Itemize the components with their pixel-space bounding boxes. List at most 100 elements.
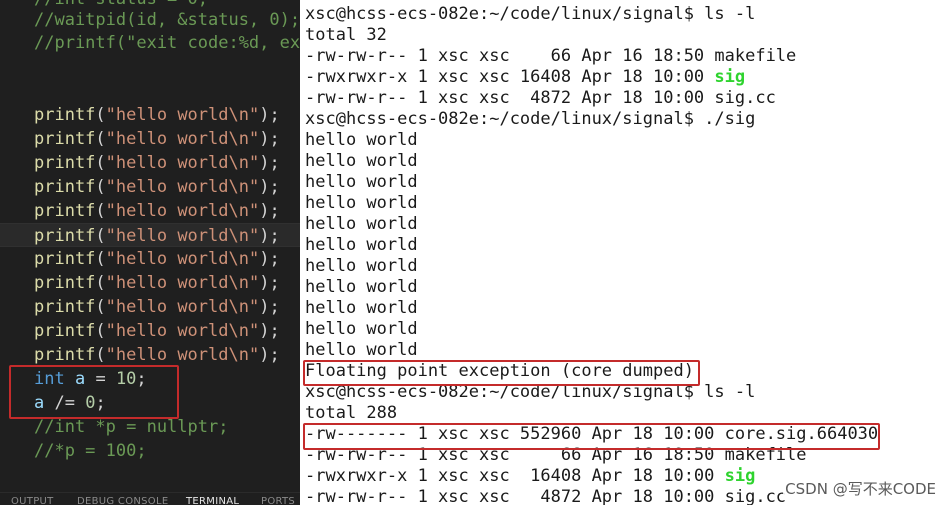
code-paren: ( (95, 321, 106, 341)
code-punctuation: ); (259, 297, 280, 317)
code-paren: ( (95, 249, 106, 269)
tab-debug-console[interactable]: DEBUG CONSOLE (77, 495, 168, 505)
terminal-line: xsc@hcss-ecs-082e:~/code/linux/signal$ .… (305, 109, 755, 130)
code-function: printf (34, 201, 96, 221)
terminal-line-text: hello world (305, 214, 418, 234)
code-line: //waitpid(id, &status, 0); (0, 8, 300, 32)
code-line: printf("hello world\n"); (0, 103, 300, 127)
panel-tab-bar: OUTPUT DEBUG CONSOLE TERMINAL PORTS (0, 492, 300, 505)
code-string: "hello world\n" (105, 249, 260, 269)
terminal-line: hello world (305, 256, 418, 277)
terminal-line-text: hello world (305, 130, 418, 150)
code-string: "hello world\n" (105, 177, 260, 197)
code-comment: //printf("exit code:%d, exi (34, 33, 300, 53)
code-string: "hello world\n" (105, 129, 260, 149)
code-function: printf (34, 297, 96, 317)
terminal-line: -rw-rw-r-- 1 xsc xsc 66 Apr 16 18:50 mak… (305, 46, 796, 67)
tab-output[interactable]: OUTPUT (11, 495, 54, 505)
code-punctuation: ); (259, 249, 280, 269)
code-punctuation: ); (259, 201, 280, 221)
terminal-line-text: hello world (305, 172, 418, 192)
terminal-output[interactable]: xsc@hcss-ecs-082e:~/code/linux/signal$ l… (300, 0, 942, 505)
code-paren: ( (95, 297, 106, 317)
code-string: "hello world\n" (105, 105, 260, 125)
terminal-line: hello world (305, 277, 418, 298)
terminal-line: -rw-rw-r-- 1 xsc xsc 4872 Apr 18 10:00 s… (305, 88, 776, 109)
terminal-line-text: total 288 (305, 403, 398, 423)
highlight-box-core-file (303, 423, 880, 450)
code-punctuation: ); (259, 321, 280, 341)
code-line: printf("hello world\n"); (0, 175, 300, 199)
terminal-line-text: total 32 (305, 25, 387, 45)
executable-filename: sig (714, 67, 746, 87)
code-paren: ( (95, 153, 106, 173)
terminal-line: hello world (305, 319, 418, 340)
code-paren: ( (95, 226, 106, 246)
tab-terminal[interactable]: TERMINAL (186, 495, 239, 505)
terminal-line-text: -rw-rw-r-- 1 xsc xsc 4872 Apr 18 10:00 s… (305, 487, 787, 505)
code-line: printf("hello world\n"); (0, 247, 300, 271)
terminal-line-text: -rwxrwxr-x 1 xsc xsc 16408 Apr 18 10:00 (305, 466, 725, 486)
terminal-line-text: -rw-rw-r-- 1 xsc xsc 66 Apr 16 18:50 mak… (305, 46, 797, 66)
terminal-line: -rwxrwxr-x 1 xsc xsc 16408 Apr 18 10:00 … (305, 466, 755, 487)
code-string: "hello world\n" (105, 153, 260, 173)
code-string: "hello world\n" (105, 226, 260, 246)
code-paren: ( (95, 105, 106, 125)
code-line: printf("hello world\n"); (0, 223, 300, 247)
terminal-line-text: hello world (305, 277, 418, 297)
terminal-line-text: xsc@hcss-ecs-082e:~/code/linux/signal$ .… (305, 109, 756, 129)
executable-filename: sig (724, 466, 756, 486)
terminal-line-text: hello world (305, 256, 418, 276)
code-paren: ( (95, 177, 106, 197)
terminal-line: total 288 (305, 403, 397, 424)
terminal-line-text: -rw-rw-r-- 1 xsc xsc 4872 Apr 18 10:00 s… (305, 88, 776, 108)
code-punctuation: ); (259, 153, 280, 173)
terminal-line: xsc@hcss-ecs-082e:~/code/linux/signal$ l… (305, 4, 755, 25)
code-function: printf (34, 273, 96, 293)
terminal-line-text: hello world (305, 193, 418, 213)
code-string: "hello world\n" (105, 273, 260, 293)
terminal-line: hello world (305, 214, 418, 235)
code-line: printf("hello world\n"); (0, 319, 300, 343)
code-comment: //waitpid(id, &status, 0); (34, 10, 300, 30)
terminal-line-text: hello world (305, 151, 418, 171)
code-function: printf (34, 249, 96, 269)
code-line: printf("hello world\n"); (0, 199, 300, 223)
terminal-line: hello world (305, 130, 418, 151)
highlight-box-division-code (9, 365, 179, 419)
code-line: printf("hello world\n"); (0, 271, 300, 295)
code-editor[interactable]: //int status = 0;//waitpid(id, &status, … (0, 0, 300, 505)
terminal-line: hello world (305, 172, 418, 193)
code-paren: ( (95, 273, 106, 293)
code-punctuation: ); (259, 226, 280, 246)
terminal-line-text: hello world (305, 298, 418, 318)
code-punctuation: ); (259, 273, 280, 293)
code-paren: ( (95, 201, 106, 221)
terminal-line: hello world (305, 235, 418, 256)
code-punctuation: ); (259, 105, 280, 125)
code-line: //printf("exit code:%d, exi (0, 31, 300, 55)
code-function: printf (34, 177, 96, 197)
code-string: "hello world\n" (105, 321, 260, 341)
terminal-line: -rw-rw-r-- 1 xsc xsc 4872 Apr 18 10:00 s… (305, 487, 786, 505)
terminal-line-text: xsc@hcss-ecs-082e:~/code/linux/signal$ l… (305, 4, 756, 24)
code-function: printf (34, 321, 96, 341)
code-line: printf("hello world\n"); (0, 127, 300, 151)
code-line: printf("hello world\n"); (0, 151, 300, 175)
code-function: printf (34, 226, 96, 246)
terminal-line: hello world (305, 151, 418, 172)
code-punctuation: ); (259, 129, 280, 149)
code-line: //*p = 100; (0, 439, 300, 463)
terminal-line-text: -rwxrwxr-x 1 xsc xsc 16408 Apr 18 10:00 (305, 67, 715, 87)
code-punctuation: ); (259, 177, 280, 197)
code-string: "hello world\n" (105, 345, 260, 365)
code-paren: ( (95, 345, 106, 365)
code-function: printf (34, 153, 96, 173)
code-comment: //*p = 100; (34, 441, 147, 461)
code-function: printf (34, 105, 96, 125)
tab-ports[interactable]: PORTS (261, 495, 295, 505)
code-function: printf (34, 345, 96, 365)
terminal-line-text: hello world (305, 235, 418, 255)
terminal-line: hello world (305, 298, 418, 319)
code-line: printf("hello world\n"); (0, 343, 300, 367)
